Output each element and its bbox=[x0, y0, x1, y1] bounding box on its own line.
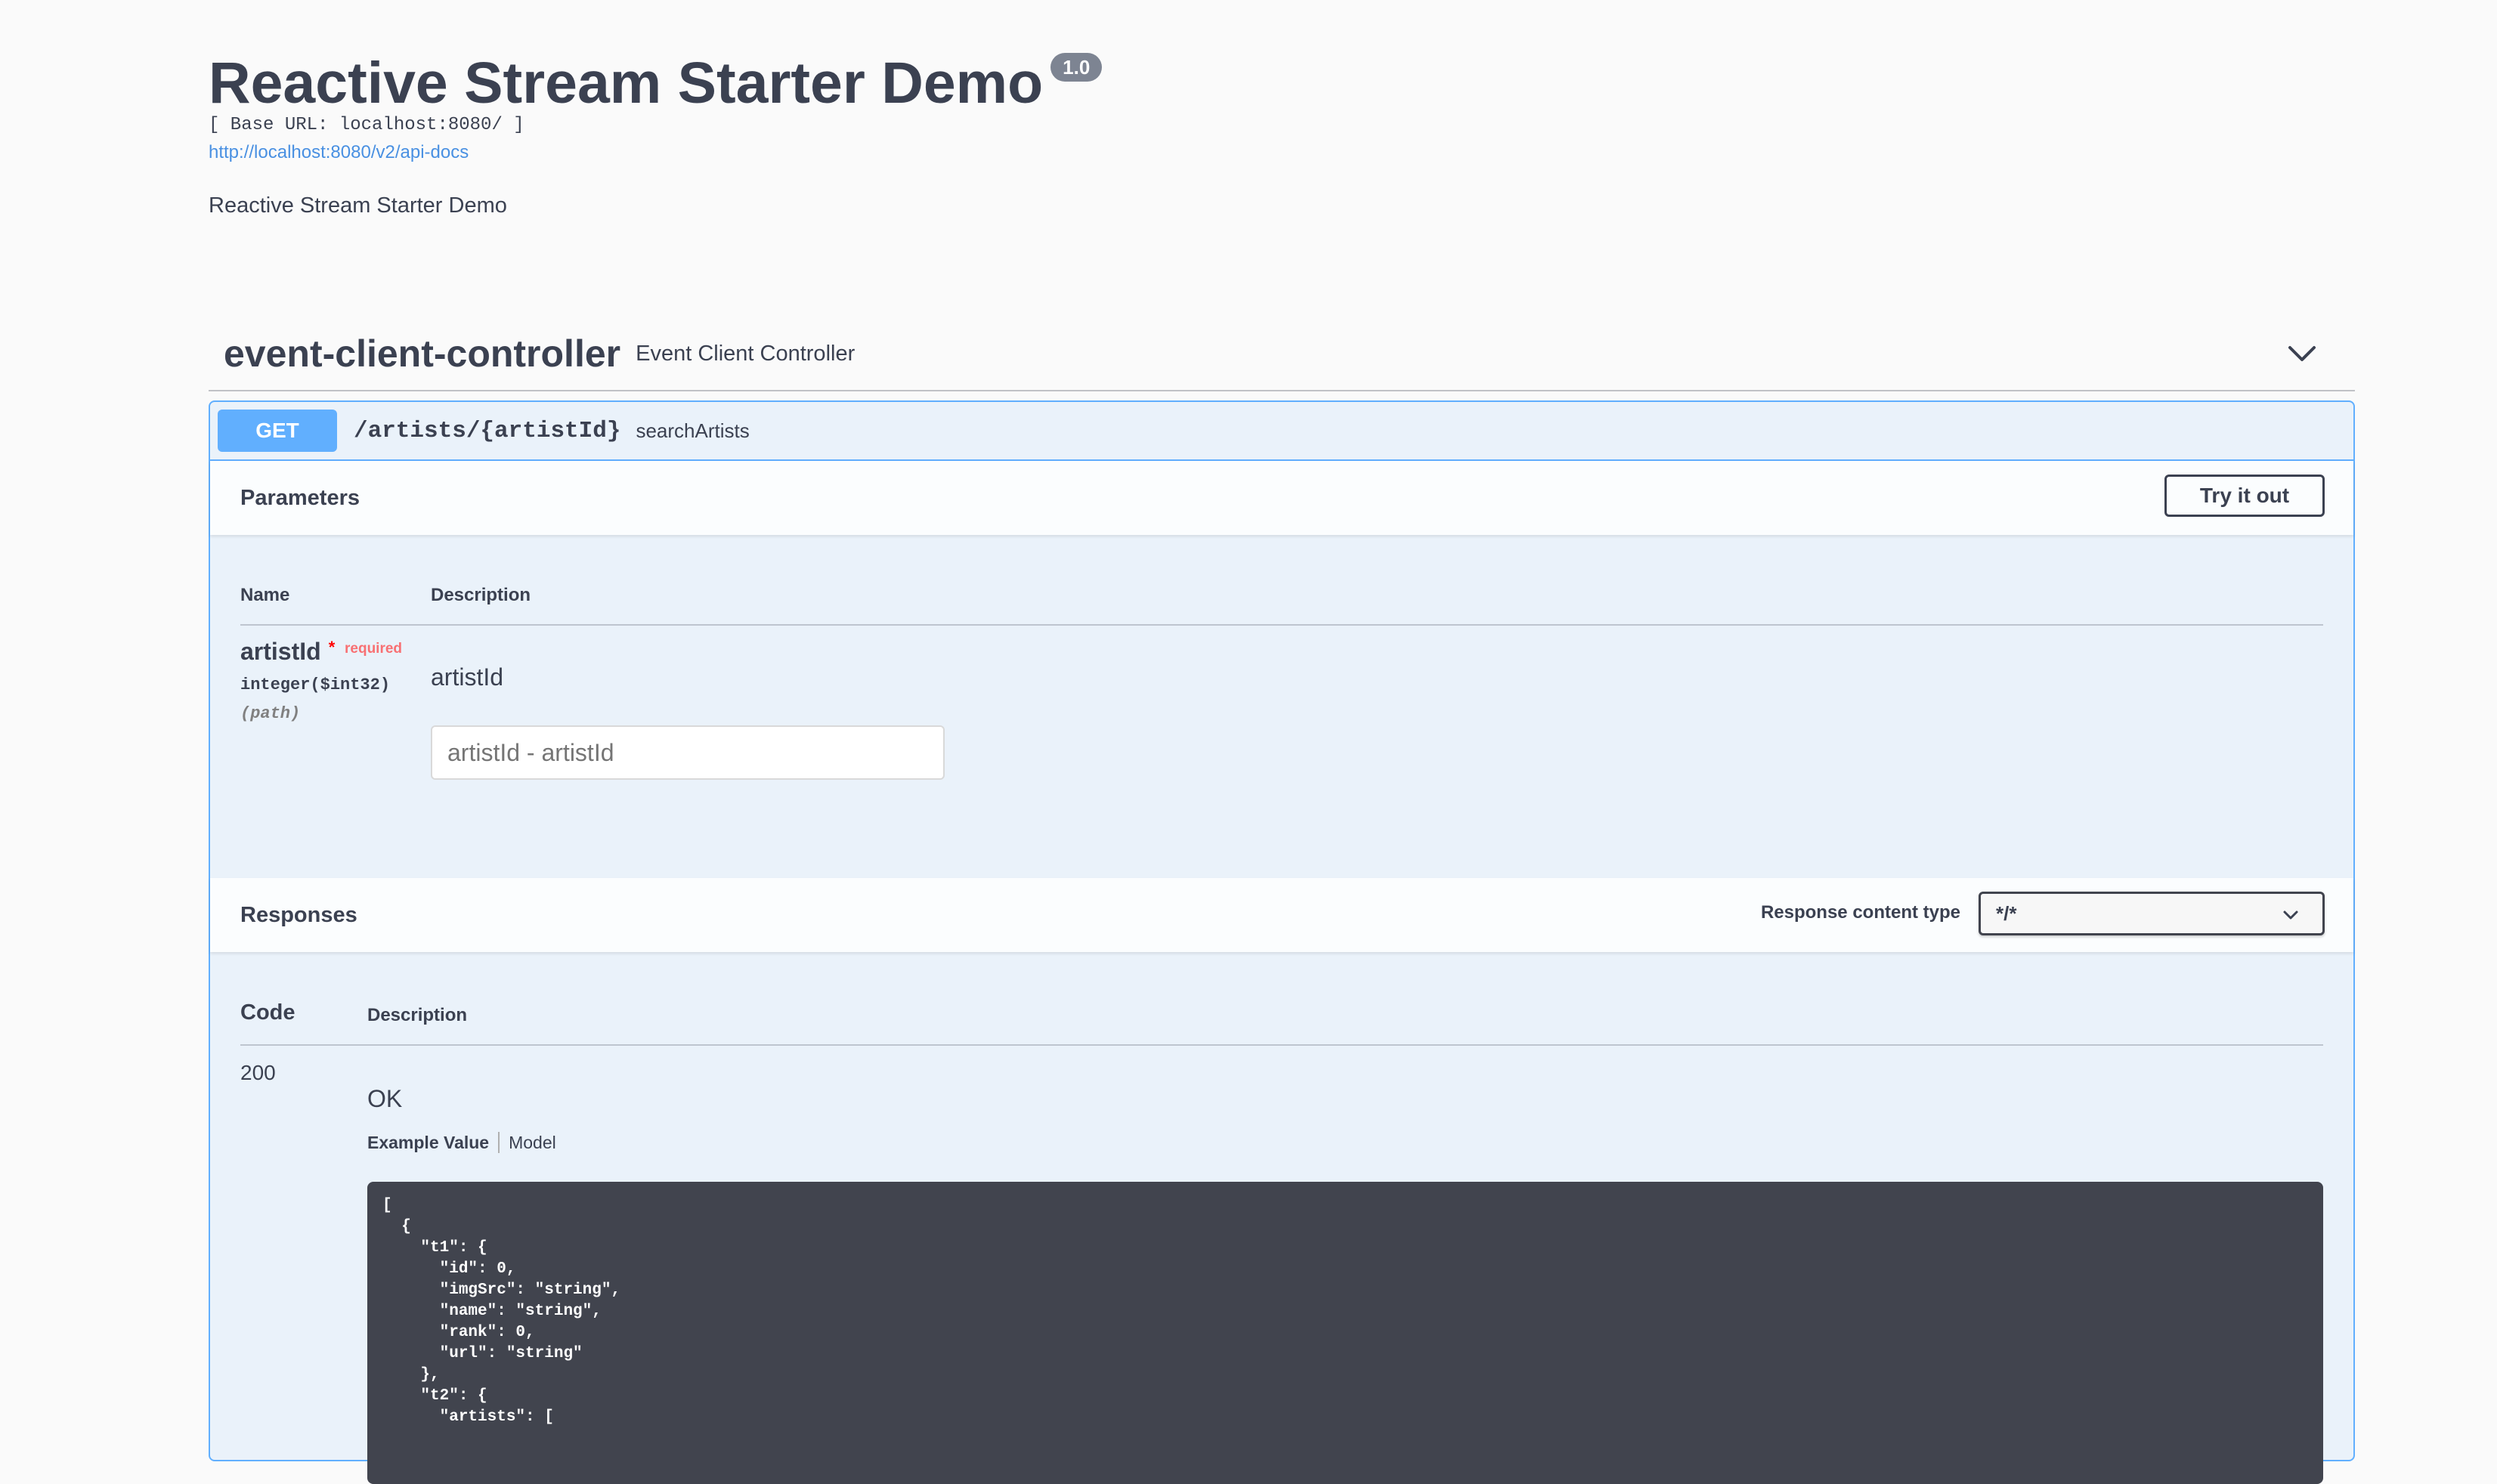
response-description: OK bbox=[367, 1085, 403, 1112]
parameters-header: Parameters Try it out bbox=[210, 461, 2353, 535]
response-content-type-select[interactable]: */* bbox=[1979, 892, 2325, 935]
response-code: 200 bbox=[240, 1061, 276, 1084]
responses-divider bbox=[240, 1044, 2323, 1046]
method-badge: GET bbox=[218, 410, 337, 452]
response-content-type-value: */* bbox=[1996, 901, 2017, 925]
tab-model[interactable]: Model bbox=[509, 1133, 556, 1153]
param-type: integer($int32) bbox=[240, 676, 391, 694]
param-name: artistId * bbox=[240, 638, 335, 666]
tag-header[interactable]: event-client-controller Event Client Con… bbox=[209, 317, 2355, 391]
responses-header: Responses Response content type */* bbox=[210, 878, 2353, 952]
responses-col-description: Description bbox=[367, 1005, 468, 1025]
tag-name: event-client-controller bbox=[224, 332, 621, 375]
operation-summary-text: searchArtists bbox=[636, 419, 750, 442]
param-description: artistId bbox=[431, 663, 504, 691]
example-json: [ { "t1": { "id": 0, "imgSrc": "string",… bbox=[382, 1197, 621, 1426]
artist-id-input[interactable] bbox=[431, 725, 945, 780]
required-label: required bbox=[345, 641, 403, 657]
required-star: * bbox=[328, 638, 336, 657]
tag-description: Event Client Controller bbox=[636, 341, 856, 366]
chevron-down-icon bbox=[2283, 910, 2298, 920]
params-col-name: Name bbox=[240, 585, 290, 605]
version-badge: 1.0 bbox=[1050, 53, 1103, 82]
params-col-description: Description bbox=[431, 585, 531, 605]
responses-title: Responses bbox=[240, 902, 357, 927]
api-docs-link[interactable]: http://localhost:8080/v2/api-docs bbox=[209, 142, 469, 163]
example-value-block: [ { "t1": { "id": 0, "imgSrc": "string",… bbox=[367, 1182, 2323, 1484]
base-url: [ Base URL: localhost:8080/ ] bbox=[209, 115, 524, 135]
param-location: (path) bbox=[240, 704, 301, 723]
example-tabs: Example Value Model bbox=[367, 1132, 556, 1153]
parameters-title: Parameters bbox=[240, 485, 360, 510]
chevron-down-icon[interactable] bbox=[2285, 337, 2319, 370]
tab-separator bbox=[498, 1132, 500, 1153]
response-content-type-label: Response content type bbox=[1760, 902, 1960, 923]
responses-col-code: Code bbox=[240, 1000, 295, 1025]
api-description: Reactive Stream Starter Demo bbox=[209, 193, 507, 218]
param-name-text: artistId bbox=[240, 638, 321, 665]
tab-example-value[interactable]: Example Value bbox=[367, 1133, 489, 1153]
operation-path: /artists/{artistId} bbox=[354, 417, 621, 444]
title-row: Reactive Stream Starter Demo 1.0 bbox=[209, 47, 1103, 119]
operation-summary[interactable]: GET /artists/{artistId} searchArtists bbox=[210, 402, 2353, 461]
page-title: Reactive Stream Starter Demo bbox=[209, 51, 1044, 116]
params-divider bbox=[240, 624, 2323, 626]
operation-block: GET /artists/{artistId} searchArtists Pa… bbox=[209, 400, 2355, 1484]
try-it-out-button[interactable]: Try it out bbox=[2164, 475, 2325, 517]
